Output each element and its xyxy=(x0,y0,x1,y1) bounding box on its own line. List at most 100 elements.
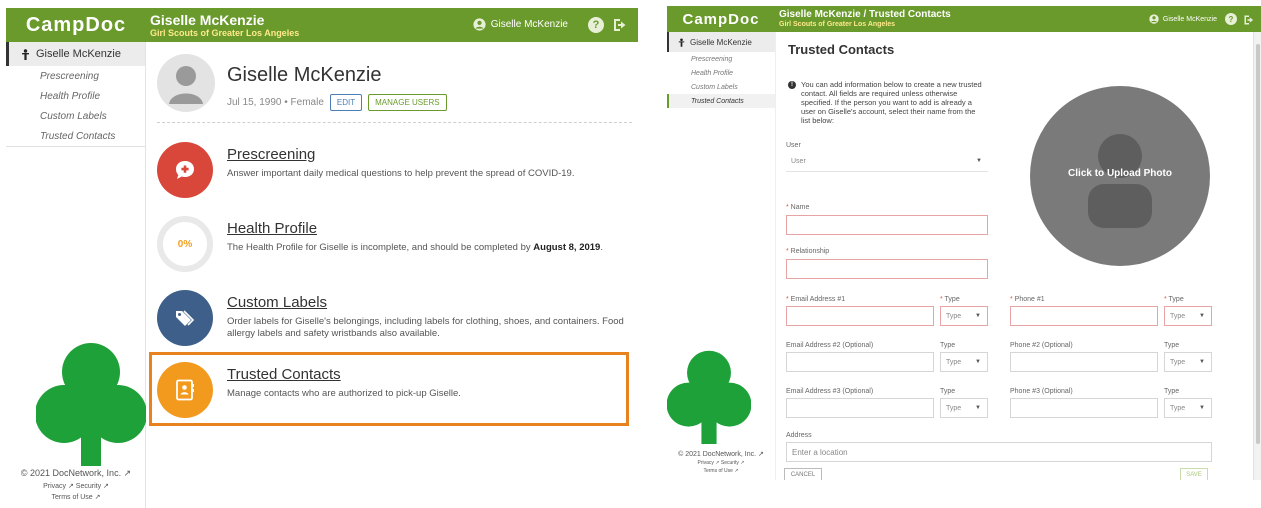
email3-input[interactable] xyxy=(786,398,934,418)
custom-labels-title[interactable]: Custom Labels xyxy=(227,294,327,311)
sidebar-item-camper[interactable]: Giselle McKenzie xyxy=(667,32,775,52)
sidebar-item-prescreening[interactable]: Prescreening xyxy=(6,66,145,86)
header-user-menu[interactable]: Giselle McKenzie xyxy=(473,18,568,31)
info-note: ! You can add information below to creat… xyxy=(788,80,984,125)
sidebar-item-prescreening[interactable]: Prescreening xyxy=(667,52,775,66)
profile-divider xyxy=(157,122,632,123)
right-screenshot: CampDoc Giselle McKenzie / Trusted Conta… xyxy=(667,6,1261,480)
campdoc-logo[interactable]: CampDoc xyxy=(667,6,775,32)
email3-type-select[interactable]: Type ▼ xyxy=(940,398,988,418)
scrollbar-thumb[interactable] xyxy=(1256,44,1260,444)
phone2-type-label: Type xyxy=(1164,342,1180,349)
sidebar-item-label: Giselle McKenzie xyxy=(690,37,752,47)
health-profile-due-date: August 8, 2019 xyxy=(533,242,601,253)
phone3-input[interactable] xyxy=(1010,398,1158,418)
header-user-name: Giselle McKenzie xyxy=(1162,15,1217,23)
phone1-label: * Phone #1 xyxy=(1010,296,1045,303)
list-item-custom-labels[interactable]: Custom Labels Order labels for Giselle's… xyxy=(157,288,627,348)
health-profile-desc-end: . xyxy=(600,242,603,253)
campdoc-logo[interactable]: CampDoc xyxy=(6,8,146,42)
phone1-type-select[interactable]: Type ▼ xyxy=(1164,306,1212,326)
footer-links[interactable]: Privacy ↗ Security ↗ xyxy=(667,460,775,466)
profile-name: Giselle McKenzie xyxy=(227,64,382,86)
header-breadcrumb: Giselle McKenzie / Trusted Contacts xyxy=(779,9,951,20)
phone3-type-select[interactable]: Type ▼ xyxy=(1164,398,1212,418)
save-button[interactable]: SAVE xyxy=(1180,468,1208,480)
person-icon xyxy=(22,48,29,60)
list-item-health-profile[interactable]: 0% Health Profile The Health Profile for… xyxy=(157,214,627,274)
email1-type-select[interactable]: Type ▼ xyxy=(940,306,988,326)
sidebar-item-custom-labels[interactable]: Custom Labels xyxy=(6,106,145,126)
relationship-label: * Relationship xyxy=(786,248,830,255)
logout-icon[interactable] xyxy=(1243,13,1255,31)
manage-users-button[interactable]: MANAGE USERS xyxy=(368,94,447,111)
avatar-person-icon xyxy=(169,66,203,104)
email2-type-value: Type xyxy=(946,358,962,366)
chevron-down-icon: ▼ xyxy=(975,359,981,365)
user-select[interactable]: User ▼ xyxy=(786,152,988,172)
email1-input[interactable] xyxy=(786,306,934,326)
girl-scouts-trefoil-logo xyxy=(36,343,146,466)
name-label-text: Name xyxy=(790,204,810,211)
sidebar-item-trusted-contacts[interactable]: Trusted Contacts xyxy=(667,94,775,108)
sidebar-item-label: Giselle McKenzie xyxy=(36,48,121,60)
list-item-trusted-contacts[interactable]: Trusted Contacts Manage contacts who are… xyxy=(157,360,627,420)
terms-link[interactable]: Terms of Use ↗ xyxy=(6,493,146,501)
sidebar: Giselle McKenzie Prescreening Health Pro… xyxy=(667,32,775,480)
relationship-input[interactable] xyxy=(786,259,988,279)
tags-icon xyxy=(176,310,195,326)
copyright-text[interactable]: © 2021 DocNetwork, Inc. ↗ xyxy=(667,450,775,458)
top-header: CampDoc Giselle McKenzie Girl Scouts of … xyxy=(6,8,638,42)
cancel-button[interactable]: CANCEL xyxy=(784,468,822,480)
prescreening-title[interactable]: Prescreening xyxy=(227,146,315,163)
avatar xyxy=(157,54,215,112)
email1-type-label: * Type xyxy=(940,296,960,303)
help-icon[interactable]: ? xyxy=(1225,13,1237,25)
main-content: Giselle McKenzie Jul 15, 1990 • Female E… xyxy=(147,42,638,508)
email2-input[interactable] xyxy=(786,352,934,372)
upload-photo-button[interactable]: Click to Upload Photo xyxy=(1030,86,1210,266)
girl-scouts-trefoil-logo xyxy=(667,350,751,444)
scrollbar[interactable] xyxy=(1253,32,1261,480)
footer: © 2021 DocNetwork, Inc. ↗ Privacy ↗ Secu… xyxy=(6,468,146,501)
terms-link[interactable]: Terms of Use ↗ xyxy=(667,468,775,474)
email3-label: Email Address #3 (Optional) xyxy=(786,388,874,395)
medical-chat-icon xyxy=(176,161,194,179)
phone2-type-select[interactable]: Type ▼ xyxy=(1164,352,1212,372)
footer-links[interactable]: Privacy ↗ Security ↗ xyxy=(6,482,146,490)
name-input[interactable] xyxy=(786,215,988,235)
sidebar-item-custom-labels[interactable]: Custom Labels xyxy=(667,80,775,94)
custom-labels-description: Order labels for Giselle's belongings, i… xyxy=(227,316,624,339)
contact-card-icon xyxy=(176,379,194,401)
sidebar-item-trusted-contacts[interactable]: Trusted Contacts xyxy=(6,126,145,146)
address-placeholder: Enter a location xyxy=(792,447,848,457)
phone3-label: Phone #3 (Optional) xyxy=(1010,388,1073,395)
header-user-menu[interactable]: Giselle McKenzie xyxy=(1149,14,1217,24)
phone1-input[interactable] xyxy=(1010,306,1158,326)
phone2-type-value: Type xyxy=(1170,358,1186,366)
health-profile-title[interactable]: Health Profile xyxy=(227,220,317,237)
user-circle-icon xyxy=(473,18,486,31)
copyright-text[interactable]: © 2021 DocNetwork, Inc. ↗ xyxy=(6,468,146,479)
header-user-name: Giselle McKenzie xyxy=(490,19,568,30)
sidebar-item-camper[interactable]: Giselle McKenzie xyxy=(6,42,145,66)
logout-icon[interactable] xyxy=(612,17,628,38)
user-circle-icon xyxy=(1149,14,1159,24)
help-icon[interactable]: ? xyxy=(588,17,604,33)
phone2-input[interactable] xyxy=(1010,352,1158,372)
email2-label: Email Address #2 (Optional) xyxy=(786,342,874,349)
trusted-contact-form: Trusted Contacts ! You can add informati… xyxy=(775,32,1253,480)
edit-button[interactable]: EDIT xyxy=(329,94,363,111)
health-profile-progress-ring: 0% xyxy=(157,216,213,272)
name-label: * Name xyxy=(786,204,810,211)
trusted-contacts-title[interactable]: Trusted Contacts xyxy=(227,366,341,383)
sidebar-item-health-profile[interactable]: Health Profile xyxy=(6,86,145,106)
sidebar-item-health-profile[interactable]: Health Profile xyxy=(667,66,775,80)
person-icon xyxy=(678,37,685,47)
email2-type-select[interactable]: Type ▼ xyxy=(940,352,988,372)
address-input[interactable]: Enter a location xyxy=(786,442,1212,462)
chevron-down-icon: ▼ xyxy=(975,405,981,411)
prescreening-description: Answer important daily medical questions… xyxy=(227,168,575,179)
phone3-type-label: Type xyxy=(1164,388,1180,395)
list-item-prescreening[interactable]: Prescreening Answer important daily medi… xyxy=(157,140,627,200)
